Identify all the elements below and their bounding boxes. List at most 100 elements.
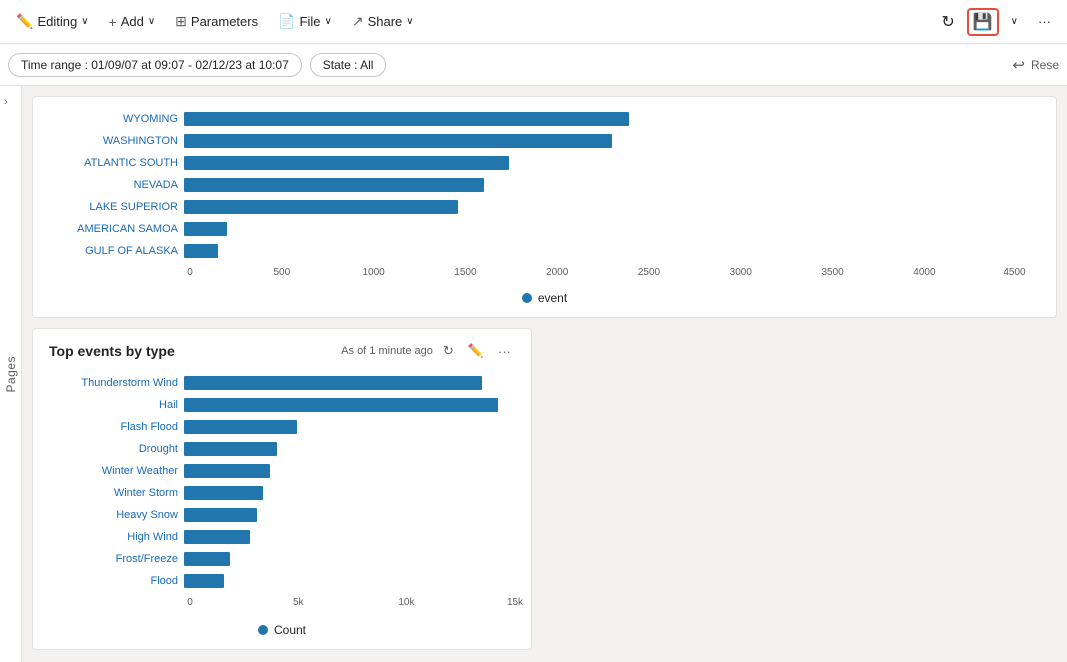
- x-tick-label: 1000: [362, 267, 384, 278]
- bar-wrapper: [184, 508, 515, 522]
- share-chevron-icon: ∨: [406, 16, 413, 27]
- bar-fill: [184, 222, 227, 236]
- x-tick-label: 2500: [638, 267, 660, 278]
- bar-fill: [184, 574, 224, 588]
- table-row: Flash Flood: [49, 417, 515, 437]
- table-row: Frost/Freeze: [49, 549, 515, 569]
- top-legend-dot: [522, 293, 532, 303]
- filter-bar: Time range : 01/09/07 at 09:07 - 02/12/2…: [0, 44, 1067, 86]
- bar-label: Heavy Snow: [49, 509, 184, 521]
- refresh-button[interactable]: ↻: [933, 8, 962, 36]
- bar-wrapper: [184, 574, 515, 588]
- pages-sidebar[interactable]: › Pages: [0, 86, 22, 662]
- table-row: WYOMING: [49, 109, 1040, 129]
- x-tick-label: 3000: [730, 267, 752, 278]
- bottom-bar-chart: Thunderstorm Wind Hail Flash Flood Droug…: [49, 373, 515, 593]
- bottom-edit-button[interactable]: ✏️: [464, 341, 488, 361]
- bar-label: Frost/Freeze: [49, 553, 184, 565]
- bar-wrapper: [184, 244, 1040, 258]
- bar-fill: [184, 464, 270, 478]
- bar-fill: [184, 178, 484, 192]
- top-chart-legend: event: [49, 291, 1040, 305]
- bar-fill: [184, 420, 297, 434]
- bar-wrapper: [184, 200, 1040, 214]
- bar-fill: [184, 398, 498, 412]
- editing-button[interactable]: ✏️ Editing ∨: [8, 9, 97, 34]
- bottom-chart-title: Top events by type: [49, 343, 341, 359]
- parameters-label: Parameters: [191, 14, 258, 29]
- bar-label: Winter Weather: [49, 465, 184, 477]
- bar-label: Thunderstorm Wind: [49, 377, 184, 389]
- bar-label: AMERICAN SAMOA: [49, 223, 184, 235]
- time-range-filter[interactable]: Time range : 01/09/07 at 09:07 - 02/12/2…: [8, 53, 302, 77]
- x-tick-label: 3500: [821, 267, 843, 278]
- table-row: Drought: [49, 439, 515, 459]
- table-row: ATLANTIC SOUTH: [49, 153, 1040, 173]
- top-chart-x-axis: 050010001500200025003000350040004500: [190, 267, 1040, 283]
- bottom-chart-panel: Top events by type As of 1 minute ago ↻ …: [32, 328, 532, 650]
- top-legend-label: event: [538, 291, 567, 305]
- save-icon: 💾: [973, 12, 993, 32]
- add-button[interactable]: + Add ∨: [101, 10, 164, 34]
- bottom-more-button[interactable]: ···: [494, 342, 515, 361]
- bar-fill: [184, 244, 218, 258]
- bar-wrapper: [184, 486, 515, 500]
- bar-label: WYOMING: [49, 113, 184, 125]
- x-tick-label: 10k: [398, 597, 414, 608]
- bar-fill: [184, 486, 263, 500]
- refresh-icon: ↻: [941, 12, 954, 32]
- reset-label: Rese: [1031, 58, 1059, 72]
- top-chart-grid-area: WYOMING WASHINGTON ATLANTIC SOUTH NEVADA…: [49, 109, 1040, 263]
- bottom-panel-meta: As of 1 minute ago ↻ ✏️ ···: [341, 341, 515, 361]
- add-label: Add: [121, 14, 144, 29]
- save-button[interactable]: 💾: [967, 8, 999, 36]
- bar-fill: [184, 134, 612, 148]
- parameters-button[interactable]: ⊞ Parameters: [167, 9, 266, 34]
- time-range-label: Time range : 01/09/07 at 09:07 - 02/12/2…: [21, 58, 289, 72]
- table-row: Thunderstorm Wind: [49, 373, 515, 393]
- file-button[interactable]: 📄 File ∨: [270, 9, 340, 34]
- x-tick-label: 4500: [1003, 267, 1025, 278]
- bottom-panel-header: Top events by type As of 1 minute ago ↻ …: [49, 341, 515, 361]
- main-area: › Pages WYOMING WASHINGTON ATLANTIC SOUT…: [0, 86, 1067, 662]
- bar-fill: [184, 442, 277, 456]
- bar-fill: [184, 376, 482, 390]
- collapse-button[interactable]: ∨: [1003, 12, 1026, 31]
- file-label: File: [300, 14, 321, 29]
- pages-label: Pages: [4, 356, 18, 393]
- table-row: Winter Storm: [49, 483, 515, 503]
- top-bar-chart: WYOMING WASHINGTON ATLANTIC SOUTH NEVADA…: [49, 109, 1040, 263]
- bottom-chart-x-axis: 05k10k15k: [190, 597, 515, 615]
- table-row: High Wind: [49, 527, 515, 547]
- table-row: Flood: [49, 571, 515, 591]
- more-button[interactable]: ···: [1030, 10, 1059, 33]
- table-row: WASHINGTON: [49, 131, 1040, 151]
- share-icon: ↗: [352, 13, 364, 30]
- content-area: WYOMING WASHINGTON ATLANTIC SOUTH NEVADA…: [22, 86, 1067, 662]
- top-chart-content: WYOMING WASHINGTON ATLANTIC SOUTH NEVADA…: [49, 109, 1040, 305]
- editing-label: Editing: [37, 14, 77, 29]
- bar-label: ATLANTIC SOUTH: [49, 157, 184, 169]
- x-tick-label: 15k: [507, 597, 523, 608]
- x-tick-label: 500: [273, 267, 290, 278]
- bar-wrapper: [184, 178, 1040, 192]
- x-tick-label: 4000: [913, 267, 935, 278]
- bottom-refresh-button[interactable]: ↻: [439, 341, 458, 361]
- bar-fill: [184, 552, 230, 566]
- x-tick-label: 0: [187, 597, 193, 608]
- bar-label: NEVADA: [49, 179, 184, 191]
- share-button[interactable]: ↗ Share ∨: [344, 9, 422, 34]
- add-chevron-icon: ∨: [148, 16, 155, 27]
- bar-label: Hail: [49, 399, 184, 411]
- parameters-icon: ⊞: [175, 13, 187, 30]
- edit-icon: ✏️: [16, 13, 33, 30]
- x-tick-label: 0: [187, 267, 193, 278]
- bar-wrapper: [184, 376, 515, 390]
- bar-wrapper: [184, 530, 515, 544]
- filter-right[interactable]: ↩ Rese: [1012, 56, 1059, 74]
- state-filter[interactable]: State : All: [310, 53, 387, 77]
- file-icon: 📄: [278, 13, 295, 30]
- collapse-icon: ∨: [1011, 16, 1018, 27]
- bar-label: LAKE SUPERIOR: [49, 201, 184, 213]
- bar-fill: [184, 200, 458, 214]
